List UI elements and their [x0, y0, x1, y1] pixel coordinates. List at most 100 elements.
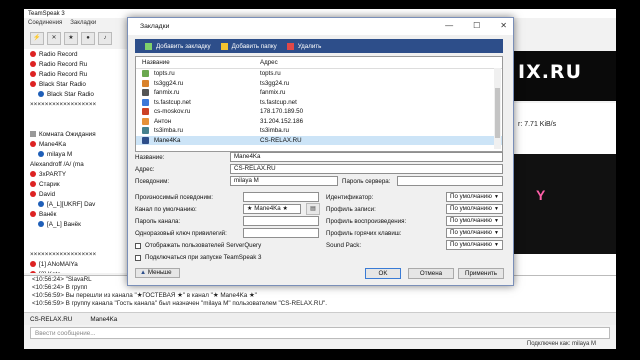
- channel-password-field[interactable]: [243, 216, 319, 226]
- bookmark-address: ts3gg24.ru: [260, 79, 290, 87]
- user-icon: [30, 61, 36, 67]
- tree-item-label: Black Star Radio: [39, 80, 86, 88]
- chat-input[interactable]: Ввести сообщение...: [30, 327, 610, 339]
- bookmark-row[interactable]: ts3gg24.ru ts3gg24.ru: [136, 79, 502, 89]
- chat-tab-channel[interactable]: Mane4Ka: [90, 316, 117, 323]
- playback-profile-select[interactable]: По умолчанию ▼: [446, 216, 503, 226]
- bookmark-row[interactable]: Антон 31.204.152.186: [136, 117, 502, 127]
- address-field[interactable]: CS-RELAX.RU: [230, 164, 503, 174]
- user-icon: [30, 271, 36, 273]
- privilege-key-field[interactable]: [243, 228, 319, 238]
- identity-select[interactable]: По умолчанию ▼: [446, 192, 503, 202]
- connect-icon[interactable]: ⚡: [30, 31, 44, 45]
- tree-item[interactable]: [A_L] Ванёк: [24, 219, 128, 229]
- scroll-thumb[interactable]: [495, 88, 500, 138]
- column-address[interactable]: Адрес: [260, 57, 278, 68]
- mute-speaker-icon[interactable]: ♪: [98, 31, 112, 45]
- tree-item[interactable]: Alexandroff /A/ (ma: [24, 159, 128, 169]
- menu-connections[interactable]: Соединения: [28, 20, 62, 30]
- tree-item[interactable]: [24, 109, 128, 119]
- tree-item[interactable]: Mane4Ka: [24, 139, 128, 149]
- nickname-field[interactable]: milaya M: [230, 176, 338, 186]
- disconnect-icon[interactable]: ✕: [47, 31, 61, 45]
- dialog-title: Закладки: [140, 23, 170, 30]
- tree-item[interactable]: Radio Record Ru: [24, 69, 128, 79]
- tree-item[interactable]: milaya M: [24, 149, 128, 159]
- add-bookmark-icon: [145, 42, 152, 50]
- tree-item[interactable]: Black Star Radio: [24, 89, 128, 99]
- bookmark-row[interactable]: ts.fastcup.net ts.fastcup.net: [136, 98, 502, 108]
- server-password-label: Пароль сервера:: [342, 178, 391, 185]
- bookmark-row[interactable]: cs-moskov.ru 178.170.189.50: [136, 107, 502, 117]
- capture-profile-select[interactable]: По умолчанию ▼: [446, 204, 503, 214]
- show-serverquery-checkbox[interactable]: [135, 243, 141, 249]
- minimize-icon[interactable]: —: [445, 21, 453, 30]
- tree-item[interactable]: Radio Record: [24, 49, 128, 59]
- column-name[interactable]: Название: [136, 57, 260, 68]
- chevron-down-icon: ▼: [494, 230, 499, 236]
- soundpack-select[interactable]: По умолчанию ▼: [446, 240, 503, 250]
- bookmark-row[interactable]: fanmix.ru fanmix.ru: [136, 88, 502, 98]
- channel-password-label: Пароль канала:: [135, 218, 181, 225]
- tree-item[interactable]: [24, 239, 128, 249]
- user-icon: [30, 81, 36, 87]
- tree-item[interactable]: [2] Kate: [24, 269, 128, 273]
- maximize-icon[interactable]: ☐: [473, 21, 480, 30]
- user-icon: [38, 201, 44, 207]
- bookmark-row[interactable]: topts.ru topts.ru: [136, 69, 502, 79]
- tree-item[interactable]: [A_L][UKRF] Dav: [24, 199, 128, 209]
- tree-item[interactable]: [24, 229, 128, 239]
- tree-item[interactable]: Black Star Radio: [24, 79, 128, 89]
- connect-on-start-checkbox[interactable]: [135, 255, 141, 261]
- apply-button[interactable]: Применить: [458, 268, 504, 279]
- default-channel-field[interactable]: ★ Mane4Ka ★: [243, 204, 301, 214]
- close-icon[interactable]: ✕: [500, 21, 507, 30]
- tree-item-label: ××××××××××××××××××: [30, 100, 97, 108]
- phonetic-nick-field[interactable]: [243, 192, 319, 202]
- delete-button[interactable]: Удалить: [286, 42, 321, 50]
- app-menubar: Соединения Закладки: [24, 20, 96, 30]
- bookmark-row[interactable]: Mane4Ka CS-RELAX.RU: [136, 135, 502, 145]
- user-icon: [38, 221, 44, 227]
- tree-item[interactable]: Комната Ожидания: [24, 129, 128, 139]
- ok-button[interactable]: OK: [365, 268, 401, 279]
- bookmark-row[interactable]: ts3imba.ru ts3imba.ru: [136, 126, 502, 136]
- bookmark-list-header: Название Адрес: [136, 57, 502, 69]
- bookmarks-dialog: Закладки — ☐ ✕ Добавить закладку Добавит…: [127, 17, 514, 286]
- tree-item[interactable]: [24, 119, 128, 129]
- app-toolbar: ⚡ ✕ ★ ● ♪: [24, 31, 112, 45]
- server-password-field[interactable]: [397, 176, 503, 186]
- bookmark-scrollbar[interactable]: [494, 68, 501, 149]
- info-image-logo: Y: [536, 187, 546, 203]
- tree-item-label: Black Star Radio: [47, 90, 94, 98]
- add-bookmark-button[interactable]: Добавить закладку: [145, 42, 211, 50]
- tree-item[interactable]: ××××××××××××××××××: [24, 249, 128, 259]
- mute-mic-icon[interactable]: ●: [81, 31, 95, 45]
- cancel-button[interactable]: Отмена: [408, 268, 454, 279]
- tree-item-label: milaya M: [47, 150, 73, 158]
- name-field[interactable]: Mane4Ka: [230, 152, 503, 162]
- tree-item-label: [A_L] Ванёк: [47, 220, 81, 228]
- tree-item[interactable]: Старик: [24, 179, 128, 189]
- tree-item-label: ××××××××××××××××××: [30, 250, 97, 258]
- less-button[interactable]: ▲ Меньше: [135, 268, 180, 278]
- tree-item[interactable]: David: [24, 189, 128, 199]
- tree-item[interactable]: ××××××××××××××××××: [24, 99, 128, 109]
- tree-item-label: Старик: [39, 180, 60, 188]
- tree-item[interactable]: Radio Record Ru: [24, 59, 128, 69]
- add-folder-button[interactable]: Добавить папку: [220, 42, 277, 50]
- bookmark-name: ts3gg24.ru: [154, 79, 184, 87]
- bookmark-address: topts.ru: [260, 70, 281, 78]
- chat-tab-server[interactable]: CS-RELAX.RU: [30, 316, 72, 323]
- tree-item[interactable]: [1] ANoMAlYa: [24, 259, 128, 269]
- bookmark-address: 178.170.189.50: [260, 108, 304, 116]
- tree-item[interactable]: Ванёк: [24, 209, 128, 219]
- bookmark-list: Название Адрес topts.ru topts.ru ts3gg24.r…: [135, 56, 503, 152]
- hotkeys-profile-select[interactable]: По умолчанию ▼: [446, 228, 503, 238]
- server-banner: IX.RU: [510, 51, 616, 101]
- bookmark-icon[interactable]: ★: [64, 31, 78, 45]
- channel-picker-icon[interactable]: ▤: [306, 203, 320, 215]
- show-serverquery-label: Отображать пользователей ServerQuery: [145, 242, 262, 249]
- menu-bookmarks[interactable]: Закладки: [70, 20, 96, 30]
- tree-item[interactable]: 3xPARTY: [24, 169, 128, 179]
